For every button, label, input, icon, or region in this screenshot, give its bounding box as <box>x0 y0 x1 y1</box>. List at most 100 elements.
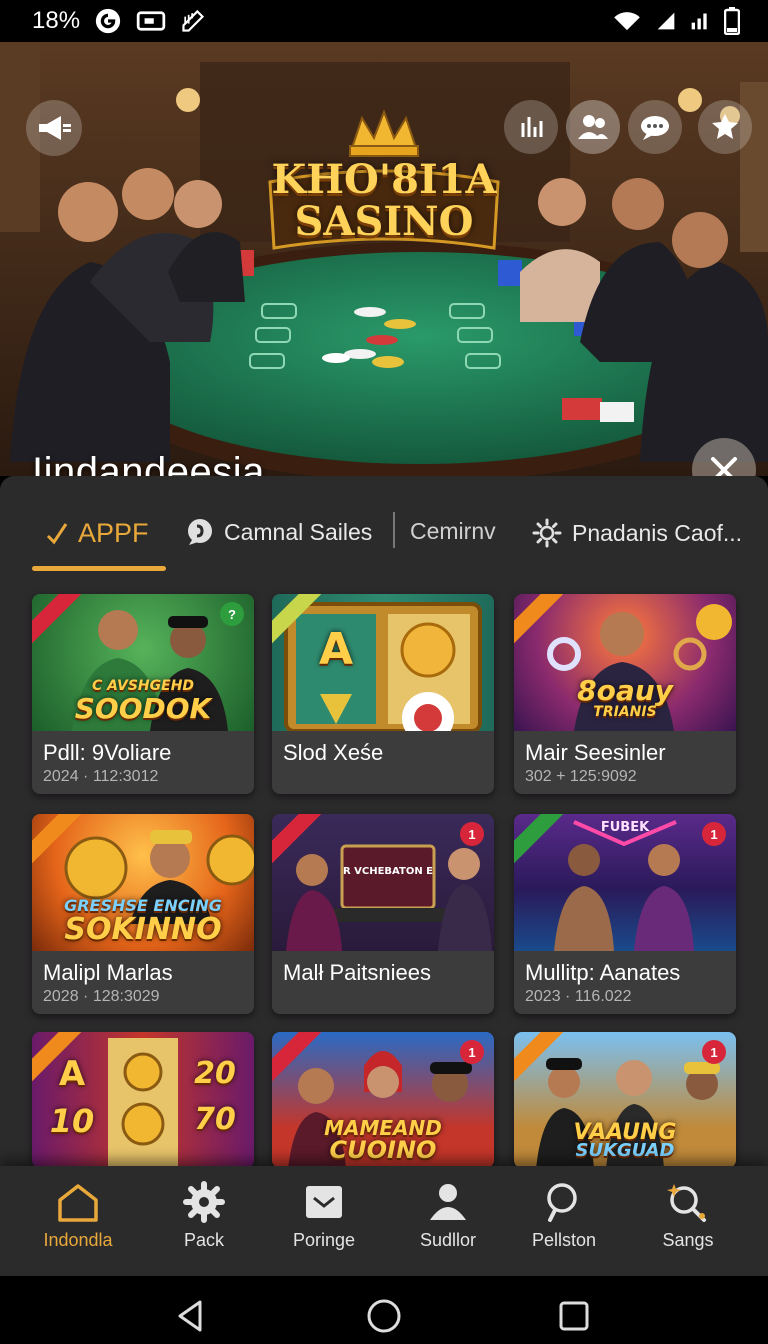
g-logo-icon <box>95 8 121 34</box>
thumb-caption: 70 <box>194 1102 236 1137</box>
help-badge: ? <box>220 602 244 626</box>
card-title: Mair Seesinler <box>525 740 666 765</box>
system-navigation-bar <box>0 1276 768 1344</box>
nav-label: Sudllor <box>419 1230 477 1250</box>
game-card[interactable]: A 10 20 70 <box>32 1032 254 1168</box>
game-card[interactable]: FUBEK 1 Mullitp: Aanates 2023 · 116.022 <box>514 814 736 1014</box>
chat-bubble-icon <box>188 519 212 545</box>
card-subtitle: 2024 · 112:3012 <box>43 768 159 785</box>
nav-item-pellston[interactable]: Pellston <box>504 1180 624 1251</box>
game-thumbnail: A 10 20 70 <box>32 1032 254 1168</box>
card-title: Malipl Marlas <box>43 960 173 985</box>
tab-label: Camnal Sailes <box>224 518 373 545</box>
tab-label: Cemirnv <box>410 518 496 544</box>
game-card[interactable]: A Slod Xeśe <box>272 594 494 794</box>
cast-icon <box>136 11 166 31</box>
slot-reels-artwork <box>108 1038 178 1168</box>
logo-line-2: SASINO <box>294 198 474 245</box>
check-icon <box>46 522 68 544</box>
thumb-caption: 10 <box>49 1102 95 1140</box>
home-icon <box>58 1184 98 1222</box>
page-title: Iindandeesia <box>32 450 265 476</box>
thumb-caption: A <box>318 624 354 675</box>
person-icon <box>430 1184 466 1220</box>
inbox-icon <box>306 1186 342 1218</box>
tab-bar: APPF Camnal Sailes Cemirnv Pnadanis Caof… <box>0 504 768 574</box>
tab-pnadanis[interactable]: Pnadanis Caof... <box>532 518 742 548</box>
thumb-caption: TRIANIS <box>593 704 657 720</box>
card-subtitle: 2023 · 116.022 <box>525 988 632 1005</box>
card-title: Malł Paitsniees <box>283 960 431 985</box>
announcement-button[interactable] <box>26 100 82 156</box>
content-panel: APPF Camnal Sailes Cemirnv Pnadanis Caof… <box>0 476 768 1276</box>
thumb-caption: SOKINNO <box>64 912 222 947</box>
notification-badge: 1 <box>460 822 484 846</box>
recents-icon[interactable] <box>558 1300 590 1332</box>
tab-appf[interactable]: APPF <box>46 518 149 549</box>
notification-badge: 1 <box>702 822 726 846</box>
gear-icon <box>183 1181 225 1223</box>
game-card[interactable]: R VCHEBATON E 1 Malł Paitsniees <box>272 814 494 1014</box>
notification-badge: 1 <box>460 1040 484 1064</box>
settings-icon <box>532 518 562 548</box>
card-subtitle: 302 + 125:9092 <box>525 768 637 785</box>
megaphone-icon <box>39 116 71 140</box>
nav-item-sangs[interactable]: Sangs <box>628 1180 748 1251</box>
game-thumbnail: A <box>272 594 494 731</box>
chat-icon <box>641 116 669 140</box>
logo-line-1: KHO'8I1A <box>271 156 497 203</box>
nav-item-sudllor[interactable]: Sudllor <box>388 1180 508 1251</box>
thumb-caption: CUOINO <box>329 1136 437 1164</box>
card-title: Slod Xeśe <box>283 740 384 765</box>
thumb-caption: SUKGUAD <box>575 1140 675 1161</box>
card-title: Mullitp: Aanates <box>525 960 681 985</box>
game-card[interactable]: MAMEAND CUOINO 1 <box>272 1032 494 1168</box>
tab-cemirnv[interactable]: Cemirnv <box>410 518 496 545</box>
nav-item-pack[interactable]: Pack <box>144 1180 264 1251</box>
thumb-caption: 8oauy <box>577 674 673 707</box>
thumb-caption: SOODOK <box>74 692 212 725</box>
active-tab-indicator <box>32 566 166 571</box>
bottom-navigation: Indondla Pack Poringe Sudllor Pellston S… <box>0 1166 768 1276</box>
nav-item-poringe[interactable]: Poringe <box>264 1180 384 1251</box>
game-card[interactable]: 8oauy TRIANIS Mair Seesinler 302 + 125:9… <box>514 594 736 794</box>
nav-item-home[interactable]: Indondla <box>18 1180 138 1251</box>
tab-divider <box>393 512 395 548</box>
sim-edit-icon <box>182 9 205 32</box>
wifi-icon <box>614 12 640 31</box>
thumb-caption: R VCHEBATON E <box>342 866 434 877</box>
game-card[interactable]: C AVSHGEHD SOODOK ? Pdll: 9Voliare 2024 … <box>32 594 254 794</box>
card-subtitle: 2028 · 128:3029 <box>43 988 160 1005</box>
tab-label: Pnadanis Caof... <box>572 519 743 546</box>
chat-button[interactable] <box>628 100 682 154</box>
nav-label: Poringe <box>292 1230 356 1250</box>
magic-search-icon <box>667 1184 706 1222</box>
hero-banner: KHO'8I1A SASINO Iindandeesia <box>0 42 768 476</box>
chart-icon <box>521 117 543 137</box>
thumb-caption: 20 <box>194 1056 236 1091</box>
tab-camnal-sailes[interactable]: Camnal Sailes <box>186 518 372 546</box>
nav-label: Pack <box>183 1230 225 1250</box>
card-title: Pdll: 9Voliare <box>43 740 172 765</box>
home-circle-icon[interactable] <box>366 1298 402 1334</box>
game-card[interactable]: VAAUNG SUKGUAD 1 <box>514 1032 736 1168</box>
tab-label: APPF <box>78 518 149 548</box>
signal-icon <box>657 12 675 30</box>
nav-label: Sangs <box>662 1230 714 1250</box>
friends-button[interactable] <box>566 100 620 154</box>
close-icon <box>711 457 737 476</box>
nav-label: Pellston <box>531 1230 597 1250</box>
search-icon <box>547 1183 577 1222</box>
status-bar: 18% <box>0 0 768 42</box>
stats-button[interactable] <box>504 100 558 154</box>
nav-label: Indondla <box>43 1230 113 1250</box>
users-icon <box>578 115 608 139</box>
notification-badge: 1 <box>702 1040 726 1064</box>
game-thumbnail: 8oauy TRIANIS <box>514 594 736 731</box>
back-icon[interactable] <box>172 1298 208 1334</box>
signal-icon-2 <box>691 13 707 30</box>
game-card[interactable]: GRESHSE ENCING SOKINNO Malipl Marlas 202… <box>32 814 254 1014</box>
battery-percent: 18% <box>32 7 81 34</box>
rewards-button[interactable] <box>698 100 752 154</box>
badge-icon <box>712 114 738 139</box>
